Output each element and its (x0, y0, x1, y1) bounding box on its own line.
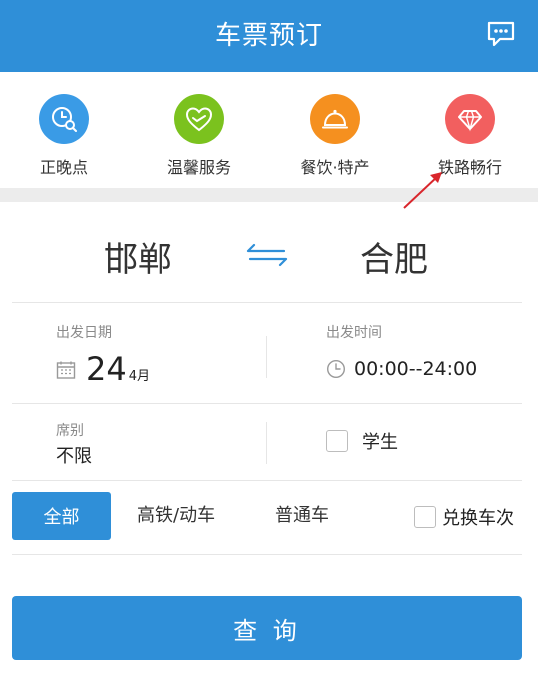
divider (266, 336, 267, 378)
page-title: 车票预订 (214, 21, 323, 51)
clock-search-icon (39, 94, 89, 144)
departure-date-label: 出发日期 (56, 325, 112, 341)
seat-class-select[interactable]: 不限 (56, 442, 92, 468)
tab-all[interactable]: 全部 (12, 492, 111, 540)
student-label: 学生 (362, 432, 398, 453)
train-type-filter: 全部 高铁/动车 普通车 兑换车次 (0, 492, 538, 542)
food-cloche-icon (310, 94, 360, 144)
diamond-icon (445, 94, 495, 144)
divider (12, 554, 522, 555)
departure-day: 24 (86, 350, 127, 388)
heart-handshake-icon (174, 94, 224, 144)
departure-date-picker[interactable]: 24 4月 (56, 352, 150, 386)
departure-time-picker[interactable]: 00:00--24:00 (326, 358, 477, 380)
seat-class-label: 席别 (56, 423, 84, 439)
from-station[interactable]: 邯郸 (104, 232, 172, 281)
departure-time-label: 出发时间 (326, 325, 382, 341)
departure-time-value: 00:00--24:00 (354, 358, 478, 380)
divider (12, 480, 522, 481)
chat-bubble-icon[interactable] (486, 20, 516, 48)
exchange-option[interactable]: 兑换车次 (414, 504, 514, 530)
exchange-checkbox[interactable] (414, 506, 436, 528)
divider (12, 403, 522, 404)
tab-normal-train[interactable]: 普通车 (275, 492, 329, 540)
divider (12, 302, 522, 303)
service-care[interactable]: 温馨服务 (139, 94, 259, 178)
service-delay-info[interactable]: 正晚点 (4, 94, 124, 178)
service-food[interactable]: 餐饮·特产 (275, 94, 395, 178)
route-selector: 邯郸 合肥 (0, 202, 538, 302)
student-option[interactable]: 学生 (326, 428, 398, 454)
service-label: 温馨服务 (166, 158, 231, 177)
departure-month: 4月 (128, 369, 150, 384)
calendar-icon (56, 361, 76, 379)
app-header: 车票预订 (0, 0, 538, 72)
service-label: 正晚点 (39, 158, 88, 177)
to-station[interactable]: 合肥 (360, 232, 428, 281)
exchange-label: 兑换车次 (442, 508, 514, 529)
clock-icon (326, 359, 346, 379)
tab-high-speed[interactable]: 高铁/动车 (137, 492, 215, 540)
section-divider (0, 188, 538, 202)
query-button[interactable]: 查 询 (12, 596, 522, 660)
service-label: 餐饮·特产 (300, 158, 370, 177)
swap-arrows-icon[interactable] (244, 242, 290, 268)
student-checkbox[interactable] (326, 430, 348, 452)
divider (266, 422, 267, 464)
service-shortcuts: 正晚点 温馨服务 餐饮·特产 铁路畅行 (0, 72, 538, 188)
